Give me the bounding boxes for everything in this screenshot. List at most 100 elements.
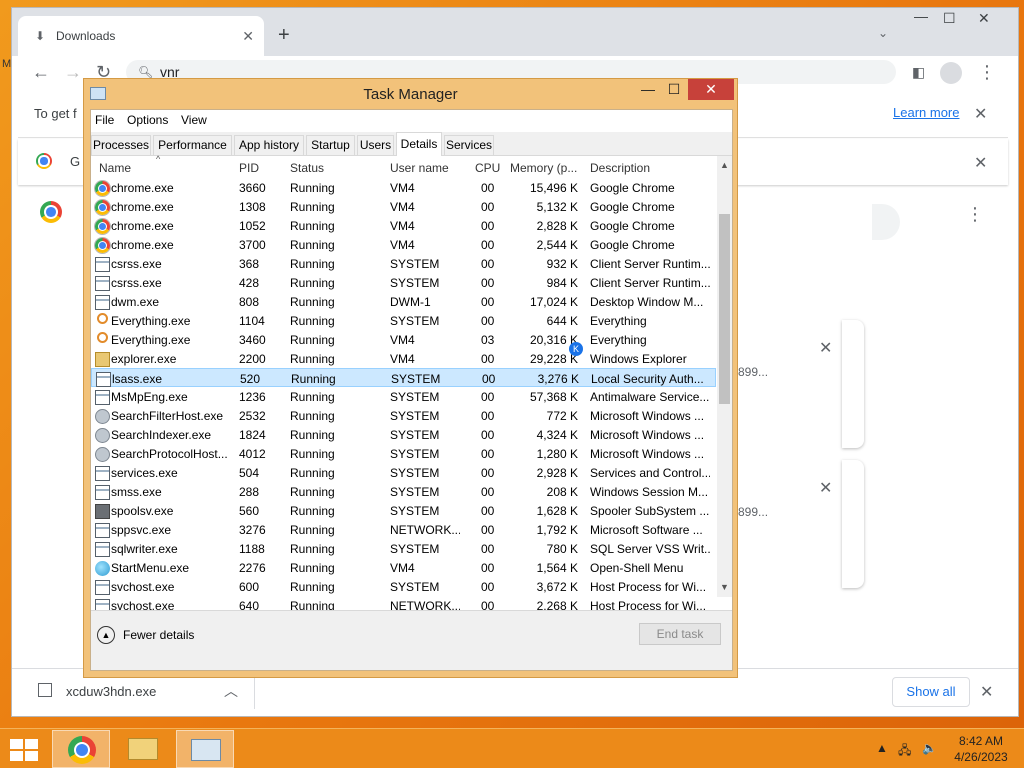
table-row[interactable]: SearchIndexer.exe 1824 Running SYSTEM 00 4,32… — [91, 425, 716, 444]
column-user-name[interactable]: User name — [390, 161, 449, 175]
table-row[interactable]: dwm.exe 808 Running DWM-1 00 17,024 K Desktop … — [91, 292, 716, 311]
cell-pid: 504 — [239, 466, 260, 480]
shelf-close-icon[interactable]: ✕ — [980, 682, 993, 702]
maximize-icon[interactable]: ☐ — [660, 81, 688, 101]
cell-name: spoolsv.exe — [111, 504, 174, 518]
clock[interactable]: 8:42 AM 4/26/2023 — [945, 733, 1017, 765]
table-row[interactable]: StartMenu.exe 2276 Running VM4 00 1,564 K Open… — [91, 558, 716, 577]
table-row[interactable]: chrome.exe 3700 Running VM4 00 2,544 K Google … — [91, 235, 716, 254]
column-cpu[interactable]: CPU — [475, 161, 500, 175]
app-icon — [95, 580, 110, 595]
tab-search-icon[interactable]: ⌄ — [878, 26, 888, 40]
tab-performance[interactable]: Performance — [153, 135, 232, 156]
side-panel-icon[interactable]: ◧ — [912, 64, 925, 81]
tray-overflow-icon[interactable]: ▲ — [876, 741, 888, 755]
network-icon[interactable]: 🖧 — [898, 741, 911, 762]
table-row[interactable]: MsMpEng.exe 1236 Running SYSTEM 00 57,368 K An… — [91, 387, 716, 406]
table-row[interactable]: explorer.exe 2200 Running VM4 00 29,228 K Wind… — [91, 349, 716, 368]
cell-cpu: 00 — [481, 523, 495, 537]
cell-memory: 17,024 K — [529, 295, 578, 309]
cell-cpu: 00 — [481, 561, 495, 575]
table-row[interactable]: sppsvc.exe 3276 Running NETWORK... 00 1,792 K… — [91, 520, 716, 539]
profile-avatar[interactable] — [940, 62, 962, 84]
tab-services[interactable]: Services — [444, 135, 494, 156]
learn-more-link[interactable]: Learn more — [893, 105, 959, 120]
table-row[interactable]: chrome.exe 1308 Running VM4 00 5,132 K Google … — [91, 197, 716, 216]
menu-view[interactable]: View — [181, 113, 207, 127]
table-row[interactable]: SearchFilterHost.exe 2532 Running SYSTEM 00 7… — [91, 406, 716, 425]
taskbar-file-explorer[interactable] — [114, 730, 172, 768]
table-row[interactable]: chrome.exe 3660 Running VM4 00 15,496 K Google… — [91, 178, 716, 197]
table-row[interactable]: smss.exe 288 Running SYSTEM 00 208 K Windows S… — [91, 482, 716, 501]
chevron-up-icon[interactable]: ︿ — [224, 681, 238, 701]
menu-file[interactable]: File — [95, 113, 114, 127]
scroll-up-icon[interactable]: ▲ — [717, 160, 732, 170]
menu-icon[interactable]: ⋮ — [978, 62, 996, 83]
column-memory[interactable]: Memory (p... — [510, 161, 577, 175]
table-row[interactable]: svchost.exe 600 Running SYSTEM 00 3,672 K Host… — [91, 577, 716, 596]
close-icon[interactable]: ✕ — [688, 79, 734, 100]
download-icon: ⬇ — [34, 29, 46, 43]
more-options-icon[interactable]: ⋮ — [966, 204, 984, 225]
card-remove-icon[interactable]: ✕ — [819, 478, 832, 498]
table-row[interactable]: chrome.exe 1052 Running VM4 00 2,828 K Google … — [91, 216, 716, 235]
download-file-name[interactable]: xcduw3hdn.exe — [66, 684, 156, 699]
column-pid[interactable]: PID — [239, 161, 259, 175]
tab-downloads[interactable]: ⬇ Downloads ✕ — [18, 16, 264, 56]
end-task-button[interactable]: End task — [639, 623, 721, 645]
table-row[interactable]: spoolsv.exe 560 Running SYSTEM 00 1,628 K Spoo… — [91, 501, 716, 520]
cell-pid: 2532 — [239, 409, 266, 423]
close-icon[interactable]: ✕ — [978, 10, 990, 27]
table-row[interactable]: services.exe 504 Running SYSTEM 00 2,928 K Ser… — [91, 463, 716, 482]
table-row[interactable]: sqlwriter.exe 1188 Running SYSTEM 00 780 K SQL… — [91, 539, 716, 558]
download-card — [842, 320, 864, 448]
column-status[interactable]: Status — [290, 161, 324, 175]
tab-details[interactable]: Details — [396, 132, 442, 157]
table-row[interactable]: csrss.exe 368 Running SYSTEM 00 932 K Client S… — [91, 254, 716, 273]
maximize-icon[interactable]: ☐ — [943, 10, 956, 27]
tab-startup[interactable]: Startup — [306, 135, 355, 156]
new-tab-icon[interactable]: + — [278, 24, 290, 47]
show-all-button[interactable]: Show all — [892, 677, 970, 707]
tab-close-icon[interactable]: ✕ — [242, 28, 254, 45]
divider — [254, 677, 255, 709]
table-row[interactable]: SearchProtocolHost... 4012 Running SYSTEM 00… — [91, 444, 716, 463]
volume-muted-icon[interactable]: 🔈 — [922, 741, 937, 755]
menu-options[interactable]: Options — [127, 113, 168, 127]
cell-pid: 2200 — [239, 352, 266, 366]
forward-icon[interactable]: → — [64, 62, 82, 83]
taskbar-task-manager[interactable] — [176, 730, 234, 768]
start-button[interactable] — [10, 739, 38, 761]
table-row[interactable]: csrss.exe 428 Running SYSTEM 00 984 K Client S… — [91, 273, 716, 292]
table-row[interactable]: lsass.exe 520 Running SYSTEM 00 3,276 K Local … — [91, 368, 716, 387]
cell-name: csrss.exe — [111, 257, 162, 271]
scroll-down-icon[interactable]: ▼ — [717, 582, 732, 592]
notice-close-icon[interactable]: ✕ — [974, 153, 987, 173]
tab-app-history[interactable]: App history — [234, 135, 304, 156]
fewer-details-button[interactable]: ▲ Fewer details — [97, 626, 194, 644]
task-manager-icon — [191, 739, 221, 761]
downloads-search-field[interactable] — [872, 204, 900, 240]
notice-text: G — [70, 154, 81, 169]
minimize-icon[interactable]: — — [634, 81, 662, 101]
vertical-scrollbar[interactable]: ▲ ▼ — [717, 156, 732, 597]
title-bar[interactable]: Task Manager — ☐ ✕ — [84, 79, 737, 109]
column-description[interactable]: Description — [590, 161, 650, 175]
table-row[interactable]: Everything.exe 1104 Running SYSTEM 00 644 K Ev… — [91, 311, 716, 330]
folder-icon — [95, 352, 110, 367]
cell-pid: 3660 — [239, 181, 266, 195]
tab-users[interactable]: Users — [357, 135, 394, 156]
back-icon[interactable]: ← — [32, 62, 50, 83]
tab-processes[interactable]: Processes — [91, 135, 151, 156]
taskbar-chrome[interactable] — [52, 730, 110, 768]
chrome-icon — [95, 238, 110, 253]
scroll-thumb[interactable] — [719, 214, 730, 404]
info-close-icon[interactable]: ✕ — [974, 104, 987, 124]
card-remove-icon[interactable]: ✕ — [819, 338, 832, 358]
table-row[interactable]: Everything.exe 3460 Running VM4 03 20,316 K Ev… — [91, 330, 716, 349]
minimize-icon[interactable]: — — [914, 8, 928, 24]
cell-pid: 3460 — [239, 333, 266, 347]
table-header: ^ Name PID Status User name CPU Memory (… — [91, 154, 716, 178]
column-name[interactable]: Name — [99, 161, 131, 175]
cell-name: sqlwriter.exe — [111, 542, 178, 556]
